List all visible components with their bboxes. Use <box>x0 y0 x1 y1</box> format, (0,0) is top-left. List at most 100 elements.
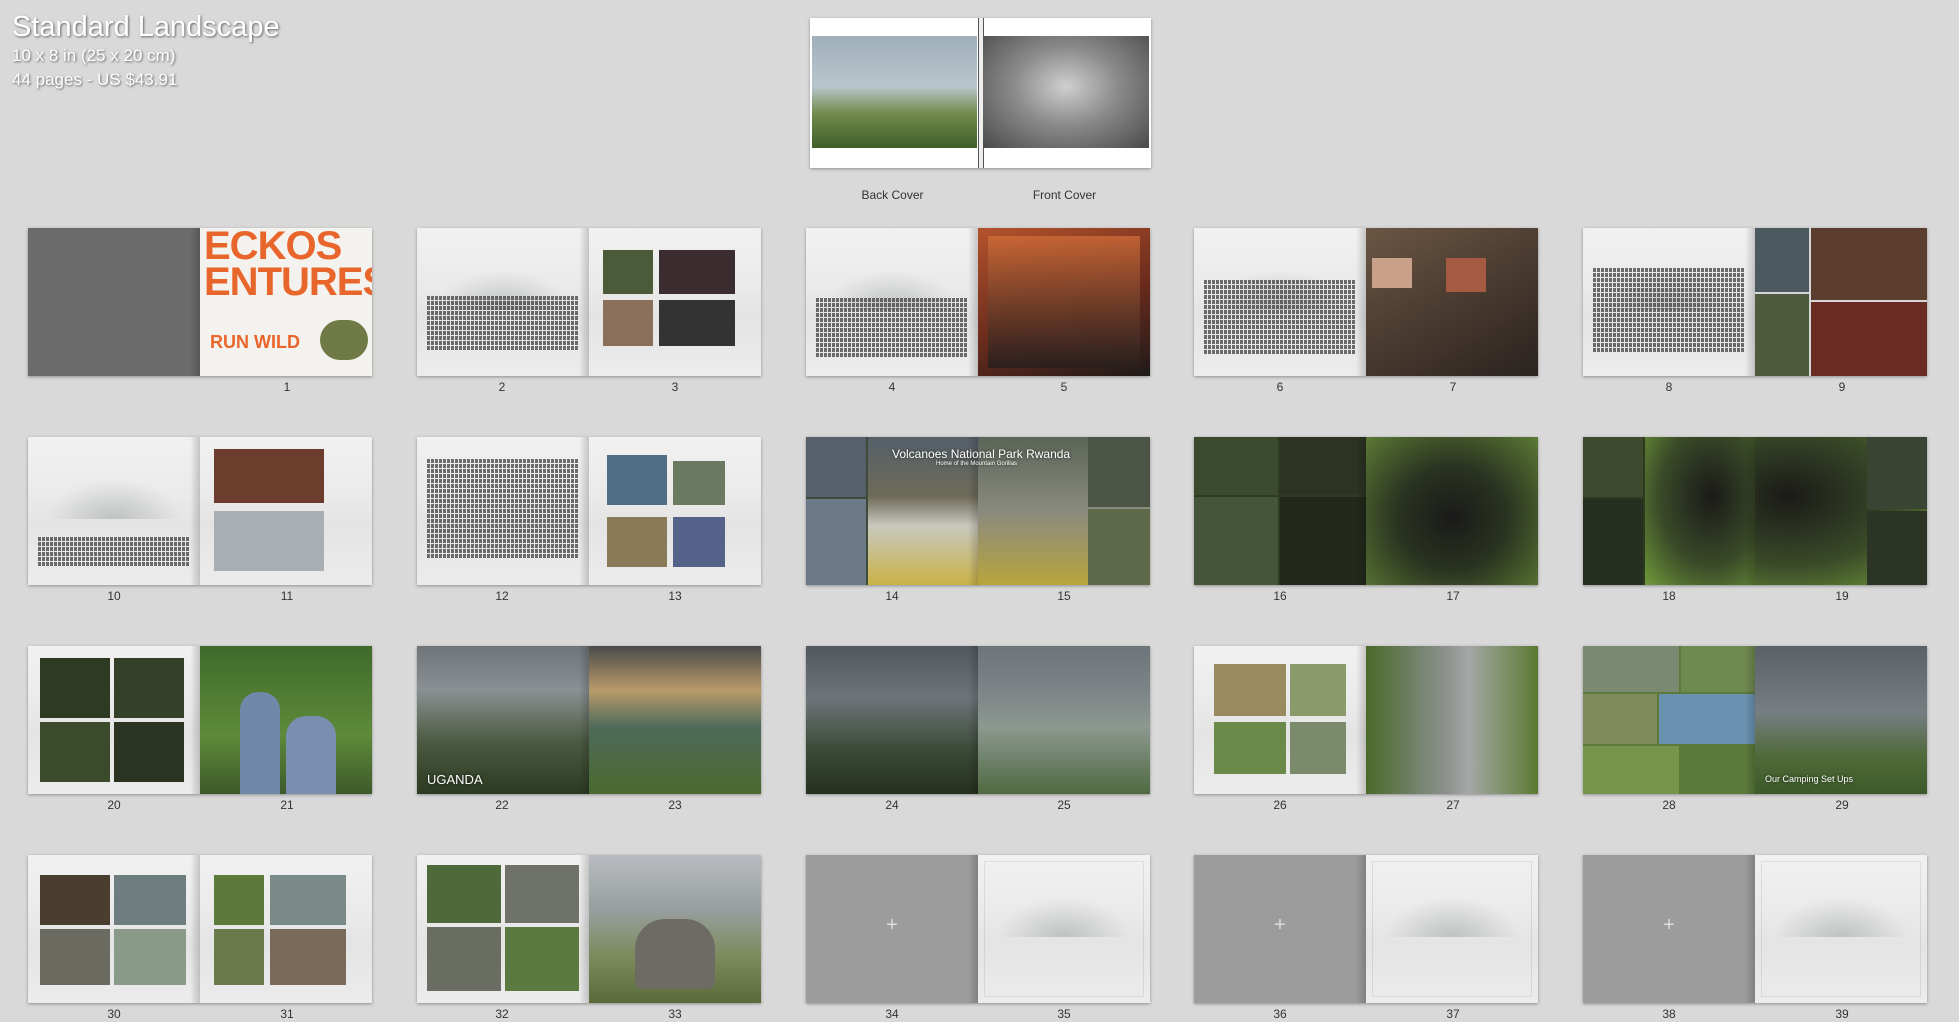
spread-2-3[interactable] <box>417 228 761 376</box>
page-35[interactable] <box>978 855 1150 1003</box>
photo[interactable] <box>1583 646 1679 692</box>
page-11[interactable] <box>200 437 372 585</box>
photo[interactable] <box>1811 228 1927 300</box>
spread-4-5[interactable] <box>806 228 1150 376</box>
photo[interactable] <box>659 250 735 294</box>
photo[interactable] <box>1659 694 1755 744</box>
photo[interactable] <box>270 929 346 985</box>
photo[interactable] <box>1194 497 1278 585</box>
spread-38-39[interactable]: + <box>1583 855 1927 1003</box>
photo[interactable] <box>214 875 264 925</box>
page-6[interactable] <box>1194 228 1366 376</box>
page-27[interactable] <box>1366 646 1538 794</box>
page-10[interactable] <box>28 437 200 585</box>
camping-caption[interactable]: Our Camping Set Ups <box>1765 774 1853 784</box>
front-cover-photo[interactable] <box>983 36 1149 148</box>
page-22[interactable]: UGANDA <box>417 646 589 794</box>
plus-icon[interactable]: + <box>1583 915 1755 935</box>
photo[interactable] <box>427 865 501 923</box>
photo[interactable] <box>1446 258 1486 292</box>
photo[interactable] <box>1372 258 1412 288</box>
museum-photo[interactable] <box>988 236 1140 368</box>
spread-8-9[interactable] <box>1583 228 1927 376</box>
photo[interactable] <box>1280 497 1366 585</box>
photo[interactable] <box>505 927 579 991</box>
page-36[interactable]: + <box>1194 855 1366 1003</box>
page-18[interactable] <box>1583 437 1755 585</box>
page-4[interactable] <box>806 228 978 376</box>
spread-34-35[interactable]: + <box>806 855 1150 1003</box>
spread-12-13[interactable] <box>417 437 761 585</box>
page-32[interactable] <box>417 855 589 1003</box>
page-19[interactable] <box>1755 437 1927 585</box>
spread-14-15[interactable]: Volcanoes National Park Rwanda Home of t… <box>806 437 1150 585</box>
spread-32-33[interactable] <box>417 855 761 1003</box>
photo[interactable] <box>1290 722 1346 774</box>
page-29[interactable]: Our Camping Set Ups <box>1755 646 1927 794</box>
page-30[interactable] <box>28 855 200 1003</box>
page-16[interactable] <box>1194 437 1366 585</box>
photo[interactable] <box>1645 437 1755 585</box>
photo[interactable] <box>1194 437 1278 495</box>
page-blank-left[interactable] <box>28 228 200 376</box>
photo[interactable] <box>114 658 184 718</box>
photo[interactable] <box>114 722 184 782</box>
page-20[interactable] <box>28 646 200 794</box>
photo[interactable] <box>1088 509 1150 585</box>
page-33[interactable] <box>589 855 761 1003</box>
page-13[interactable] <box>589 437 761 585</box>
page-5[interactable] <box>978 228 1150 376</box>
page-2[interactable] <box>417 228 589 376</box>
page-34[interactable]: + <box>806 855 978 1003</box>
spread-20-21[interactable] <box>28 646 372 794</box>
spread-1[interactable]: ECKOS ENTURES RUN WILD <box>28 228 372 376</box>
photo[interactable] <box>673 517 725 567</box>
page-38[interactable]: + <box>1583 855 1755 1003</box>
volcanoes-title[interactable]: Volcanoes National Park Rwanda <box>892 447 1070 461</box>
plus-icon[interactable]: + <box>806 915 978 935</box>
photo[interactable] <box>1681 646 1755 692</box>
photo[interactable] <box>1583 694 1657 744</box>
photo[interactable] <box>1867 511 1927 585</box>
page-17[interactable] <box>1366 437 1538 585</box>
spread-36-37[interactable]: + <box>1194 855 1538 1003</box>
text-block[interactable] <box>427 459 579 573</box>
text-block[interactable] <box>427 296 579 358</box>
page-28[interactable] <box>1583 646 1755 794</box>
photo[interactable] <box>1811 302 1927 376</box>
photo[interactable] <box>40 875 110 925</box>
cover-spread[interactable]: Back Cover Front Cover <box>810 18 1151 202</box>
photo[interactable] <box>40 929 110 985</box>
photo[interactable] <box>806 499 866 585</box>
page-3[interactable] <box>589 228 761 376</box>
photo[interactable] <box>603 300 653 346</box>
photo[interactable] <box>114 875 186 925</box>
text-block[interactable] <box>1204 280 1356 364</box>
spread-28-29[interactable]: Our Camping Set Ups <box>1583 646 1927 794</box>
photo[interactable] <box>1681 746 1755 794</box>
photo[interactable] <box>659 300 735 346</box>
photo[interactable] <box>607 517 667 567</box>
page-1[interactable]: ECKOS ENTURES RUN WILD <box>200 228 372 376</box>
photo[interactable] <box>1583 746 1679 794</box>
back-cover-photo[interactable] <box>812 36 977 148</box>
spread-16-17[interactable] <box>1194 437 1538 585</box>
uganda-caption[interactable]: UGANDA <box>427 772 483 787</box>
page-24[interactable] <box>806 646 978 794</box>
spread-10-11[interactable] <box>28 437 372 585</box>
spread-6-7[interactable] <box>1194 228 1538 376</box>
page-21[interactable] <box>200 646 372 794</box>
photo[interactable] <box>607 455 667 505</box>
photo[interactable] <box>1214 722 1286 774</box>
page-31[interactable] <box>200 855 372 1003</box>
text-block[interactable] <box>38 537 190 571</box>
photo[interactable] <box>1214 664 1286 716</box>
page-9[interactable] <box>1755 228 1927 376</box>
photo[interactable] <box>1280 437 1366 495</box>
photo[interactable] <box>40 722 110 782</box>
spread-22-23[interactable]: UGANDA <box>417 646 761 794</box>
text-block[interactable] <box>816 298 968 364</box>
text-block[interactable] <box>1593 268 1745 364</box>
photo[interactable] <box>214 929 264 985</box>
spread-26-27[interactable] <box>1194 646 1538 794</box>
